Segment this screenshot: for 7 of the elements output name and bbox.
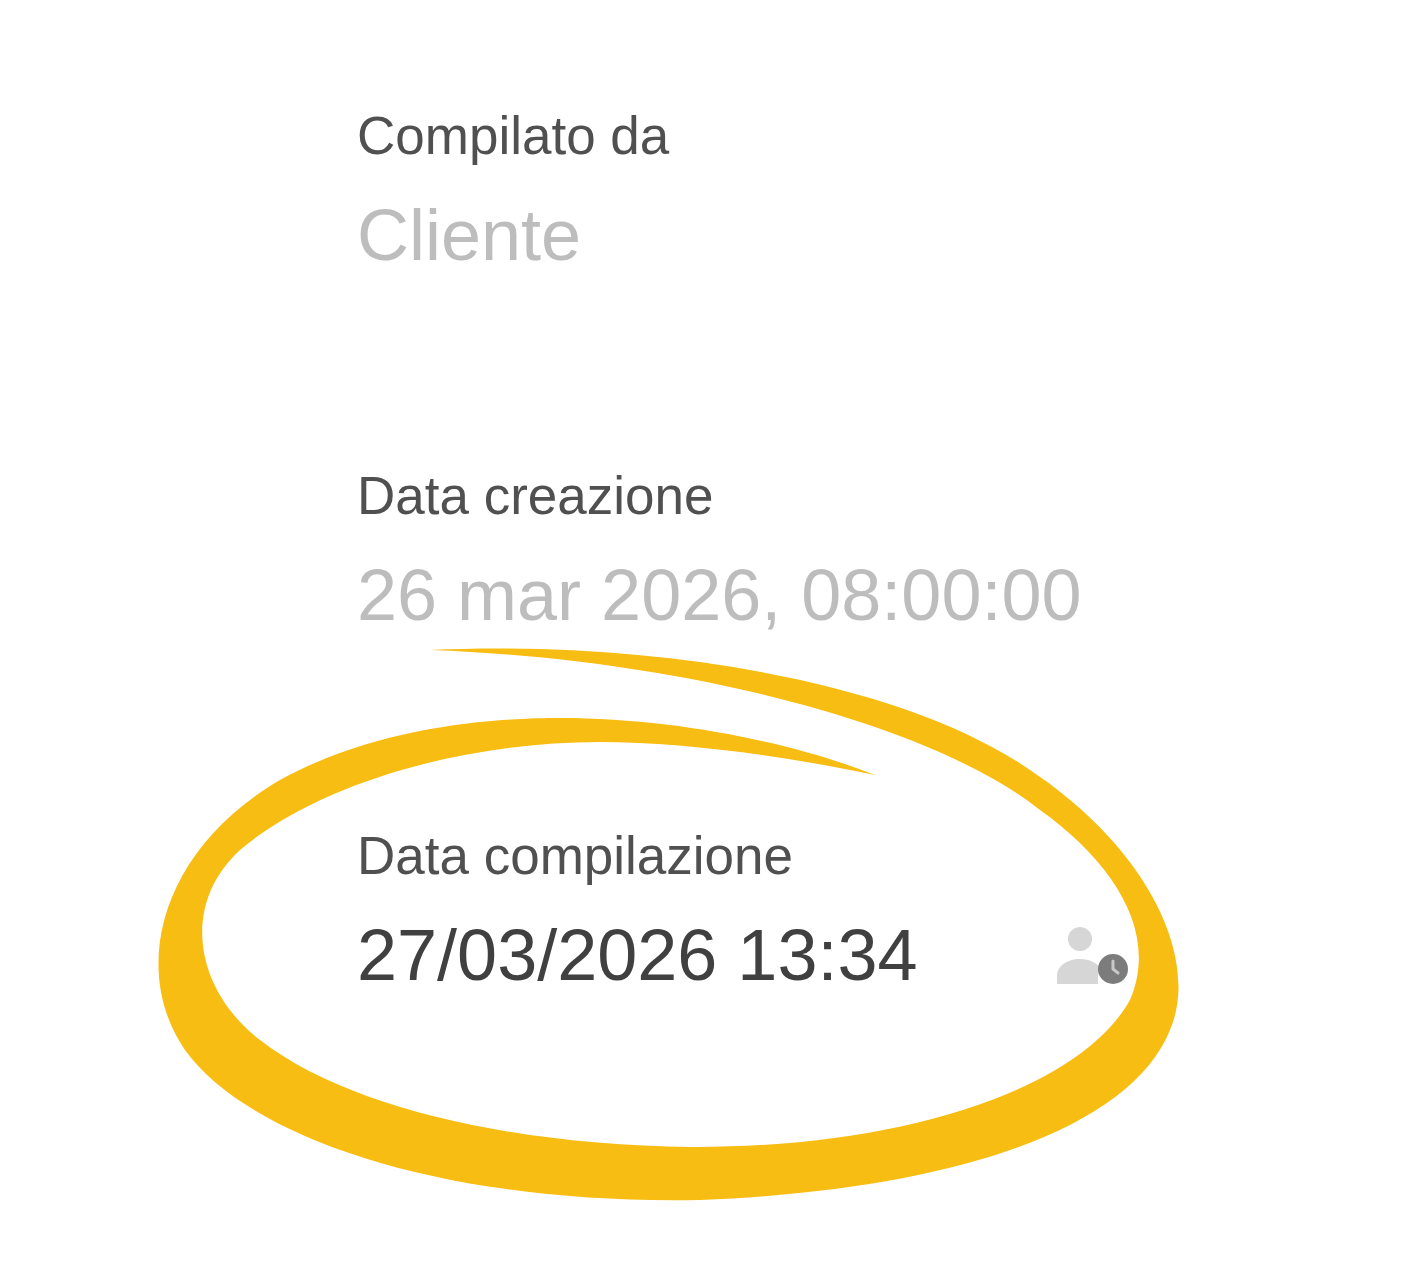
user-clock-icon — [1057, 925, 1128, 984]
field-value: 27/03/2026 13:34 — [357, 913, 918, 997]
field-value: Cliente — [357, 193, 582, 277]
field-value: 26 mar 2026, 08:00:00 — [357, 553, 1082, 637]
field-label: Compilato da — [357, 105, 670, 167]
field-label: Data compilazione — [357, 824, 793, 887]
field-label: Data creazione — [357, 465, 714, 527]
